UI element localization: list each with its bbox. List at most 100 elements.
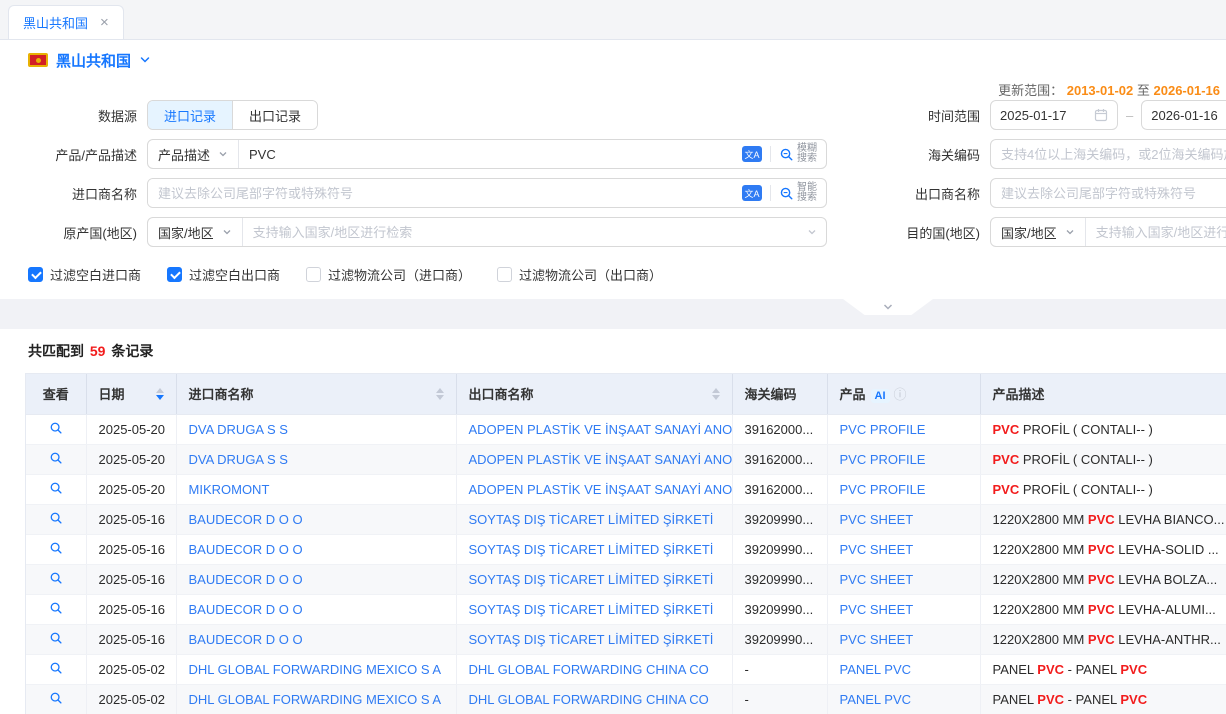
- exporter-link[interactable]: ADOPEN PLASTİK VE İNŞAAT SANAYİ ANO...: [469, 452, 733, 467]
- importer-link[interactable]: DHL GLOBAL FORWARDING MEXICO S A: [189, 692, 442, 707]
- view-record-button[interactable]: [26, 571, 86, 585]
- sort-icon[interactable]: [436, 388, 444, 400]
- checkbox-icon[interactable]: [497, 267, 512, 282]
- view-record-button[interactable]: [26, 481, 86, 495]
- close-icon[interactable]: ×: [100, 14, 109, 31]
- product-link[interactable]: PVC PROFILE: [840, 422, 926, 437]
- data-source-segmented: 进口记录出口记录: [147, 100, 318, 130]
- product-link[interactable]: PVC SHEET: [840, 572, 914, 587]
- col-header-exporter[interactable]: 出口商名称: [456, 374, 732, 414]
- smart-search-toggle[interactable]: 智能 搜索: [779, 183, 826, 203]
- view-record-button[interactable]: [26, 511, 86, 525]
- sort-icon[interactable]: [156, 388, 164, 400]
- importer-link[interactable]: BAUDECOR D O O: [189, 512, 303, 527]
- product-link[interactable]: PVC SHEET: [840, 542, 914, 557]
- hs-code-cell: 39162000...: [732, 444, 827, 474]
- chevron-down-icon[interactable]: [139, 54, 151, 66]
- checkbox-label: 过滤空白出口商: [189, 265, 280, 284]
- mode-line2: 搜索: [797, 153, 817, 164]
- origin-select-value: 国家/地区: [158, 223, 214, 242]
- date-end-input[interactable]: 2026-01-16: [1141, 100, 1226, 130]
- table-row: 2025-05-16 BAUDECOR D O O SOYTAŞ DIŞ TİCAR…: [26, 534, 1226, 564]
- exporter-link[interactable]: DHL GLOBAL FORWARDING CHINA CO: [469, 692, 709, 707]
- data-source-option[interactable]: 进口记录: [148, 101, 232, 129]
- view-record-button[interactable]: [26, 451, 86, 465]
- product-search-group: 产品描述 文A 模糊 搜索: [147, 139, 827, 169]
- col-header-date[interactable]: 日期: [86, 374, 176, 414]
- product-link[interactable]: PVC PROFILE: [840, 452, 926, 467]
- col-header-product: 产品AIⓘ: [827, 374, 980, 414]
- dest-country-select[interactable]: 国家/地区: [991, 218, 1086, 246]
- exporter-link[interactable]: SOYTAŞ DIŞ TİCARET LİMİTED ŞİRKETİ: [469, 632, 714, 647]
- dest-country-input[interactable]: [1086, 218, 1226, 246]
- hs-code-label: 海关编码: [827, 145, 990, 164]
- tab-bar: 黑山共和国 ×: [0, 0, 1226, 40]
- description-cell: 1220X2800 MM PVC LEVHA BIANCO...: [980, 504, 1226, 534]
- result-count: 共匹配到 59 条记录: [0, 329, 1226, 373]
- exporter-input[interactable]: [990, 178, 1226, 208]
- sort-icon[interactable]: [712, 388, 720, 400]
- importer-input[interactable]: [148, 179, 742, 207]
- chevron-down-icon[interactable]: [807, 227, 817, 237]
- panel-gap: [0, 299, 1226, 329]
- view-record-button[interactable]: [26, 421, 86, 435]
- origin-country-select[interactable]: 国家/地区: [148, 218, 243, 246]
- checkbox-icon[interactable]: [306, 267, 321, 282]
- filter-checkbox[interactable]: 过滤物流公司（出口商）: [497, 265, 662, 284]
- data-source-option[interactable]: 出口记录: [232, 101, 317, 129]
- origin-country-input[interactable]: [243, 218, 807, 246]
- product-link[interactable]: PVC SHEET: [840, 602, 914, 617]
- checkbox-checked-icon[interactable]: [167, 267, 182, 282]
- importer-link[interactable]: BAUDECOR D O O: [189, 632, 303, 647]
- info-icon[interactable]: ⓘ: [894, 387, 907, 402]
- translate-icon[interactable]: 文A: [742, 185, 762, 201]
- filter-checkbox[interactable]: 过滤空白进口商: [28, 265, 141, 284]
- date-cell: 2025-05-20: [86, 474, 176, 504]
- product-type-select[interactable]: 产品描述: [148, 140, 239, 168]
- exporter-link[interactable]: SOYTAŞ DIŞ TİCARET LİMİTED ŞİRKETİ: [469, 542, 714, 557]
- search-icon: [779, 186, 794, 201]
- origin-country-label: 原产国(地区): [0, 223, 147, 242]
- tab-montenegro[interactable]: 黑山共和国 ×: [8, 5, 124, 39]
- product-link[interactable]: PVC SHEET: [840, 632, 914, 647]
- col-header-importer[interactable]: 进口商名称: [176, 374, 456, 414]
- hs-code-input[interactable]: [990, 139, 1226, 169]
- exporter-link[interactable]: ADOPEN PLASTİK VE İNŞAAT SANAYİ ANO...: [469, 482, 733, 497]
- importer-link[interactable]: BAUDECOR D O O: [189, 602, 303, 617]
- product-link[interactable]: PVC SHEET: [840, 512, 914, 527]
- view-record-button[interactable]: [26, 601, 86, 615]
- hs-code-cell: 39209990...: [732, 534, 827, 564]
- importer-link[interactable]: BAUDECOR D O O: [189, 542, 303, 557]
- product-label: 产品/产品描述: [0, 145, 147, 164]
- translate-icon[interactable]: 文A: [742, 146, 762, 162]
- date-start-input[interactable]: 2025-01-17: [990, 100, 1118, 130]
- date-cell: 2025-05-16: [86, 534, 176, 564]
- filter-checkbox[interactable]: 过滤物流公司（进口商）: [306, 265, 471, 284]
- exporter-link[interactable]: SOYTAŞ DIŞ TİCARET LİMİTED ŞİRKETİ: [469, 602, 714, 617]
- view-record-button[interactable]: [26, 661, 86, 675]
- view-record-button[interactable]: [26, 631, 86, 645]
- country-name[interactable]: 黑山共和国: [56, 50, 131, 71]
- checkbox-label: 过滤物流公司（进口商）: [328, 265, 471, 284]
- filter-checkbox[interactable]: 过滤空白出口商: [167, 265, 280, 284]
- exporter-link[interactable]: ADOPEN PLASTİK VE İNŞAAT SANAYİ ANO...: [469, 422, 733, 437]
- product-link[interactable]: PVC PROFILE: [840, 482, 926, 497]
- product-link[interactable]: PANEL PVC: [840, 662, 912, 677]
- view-record-button[interactable]: [26, 541, 86, 555]
- exporter-link[interactable]: SOYTAŞ DIŞ TİCARET LİMİTED ŞİRKETİ: [469, 572, 714, 587]
- importer-link[interactable]: DHL GLOBAL FORWARDING MEXICO S A: [189, 662, 442, 677]
- importer-link[interactable]: DVA DRUGA S S: [189, 422, 288, 437]
- product-link[interactable]: PANEL PVC: [840, 692, 912, 707]
- importer-link[interactable]: BAUDECOR D O O: [189, 572, 303, 587]
- view-icon: [49, 631, 63, 645]
- importer-link[interactable]: MIKROMONT: [189, 482, 270, 497]
- data-source-label: 数据源: [0, 106, 147, 125]
- importer-link[interactable]: DVA DRUGA S S: [189, 452, 288, 467]
- exporter-link[interactable]: DHL GLOBAL FORWARDING CHINA CO: [469, 662, 709, 677]
- product-input[interactable]: [239, 140, 742, 168]
- fuzzy-search-toggle[interactable]: 模糊 搜索: [779, 144, 826, 164]
- view-record-button[interactable]: [26, 691, 86, 705]
- checkbox-checked-icon[interactable]: [28, 267, 43, 282]
- description-cell: 1220X2800 MM PVC LEVHA BOLZA...: [980, 564, 1226, 594]
- exporter-link[interactable]: SOYTAŞ DIŞ TİCARET LİMİTED ŞİRKETİ: [469, 512, 714, 527]
